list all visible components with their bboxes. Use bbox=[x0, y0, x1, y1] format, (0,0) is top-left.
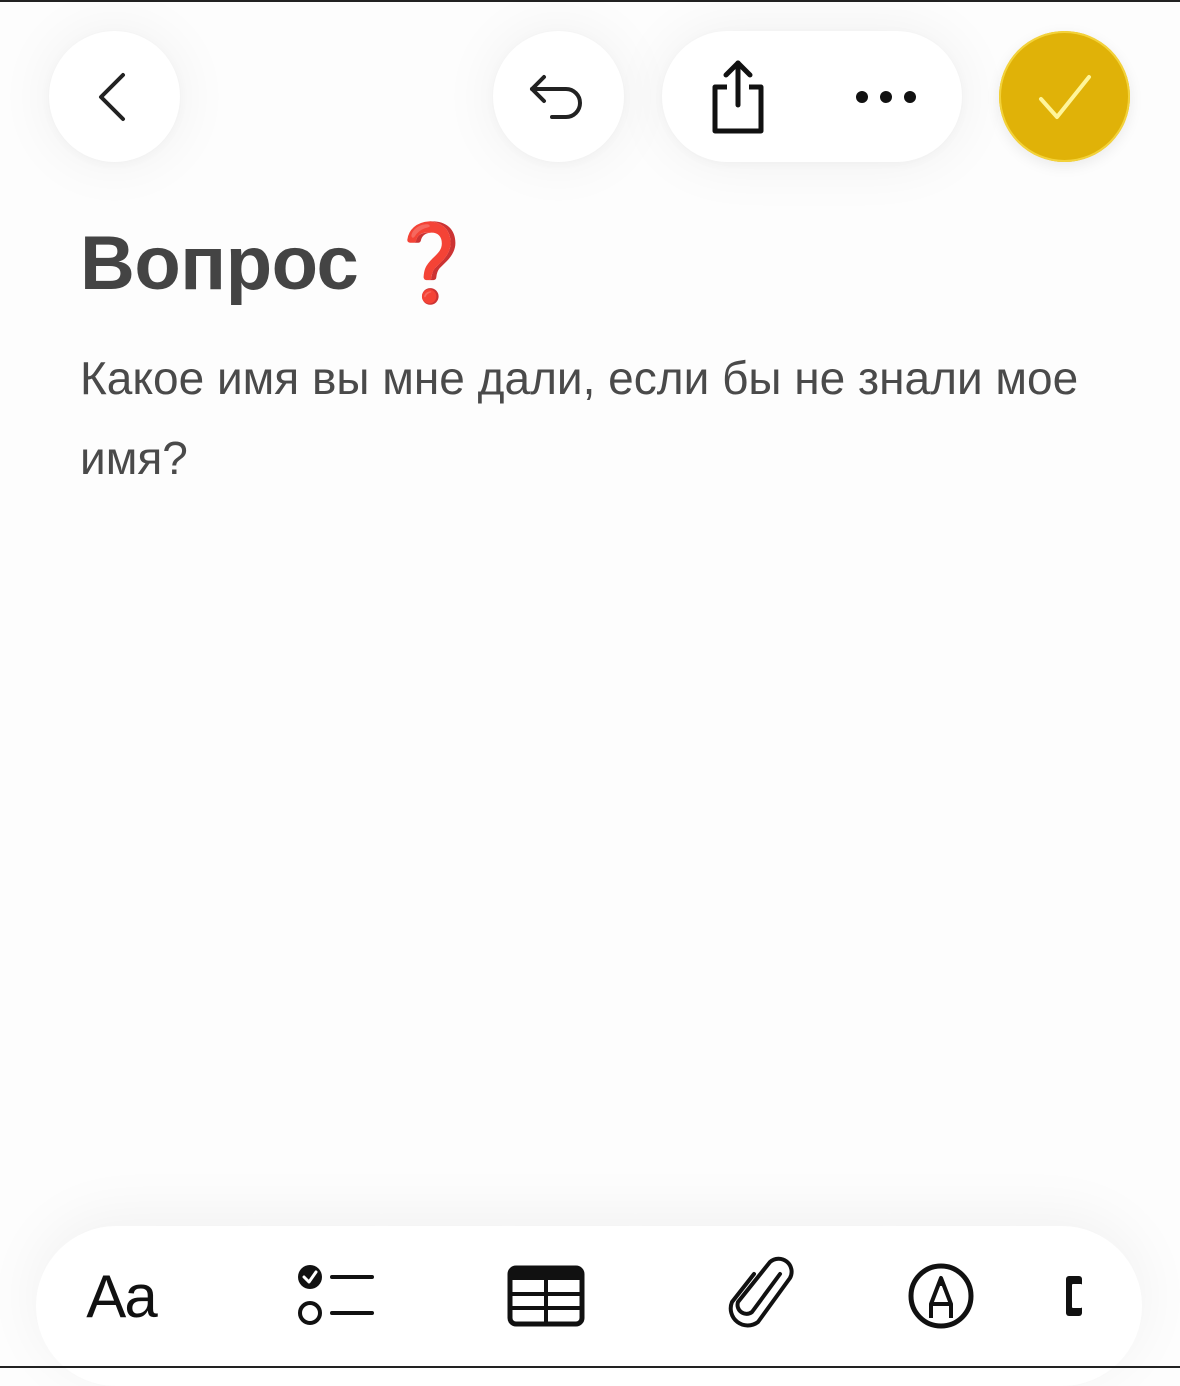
more-button[interactable] bbox=[846, 57, 926, 137]
formatting-toolbar: Aa bbox=[36, 1226, 1142, 1386]
checklist-button[interactable] bbox=[281, 1256, 391, 1336]
top-border bbox=[0, 0, 1180, 2]
markup-pen-icon bbox=[908, 1263, 974, 1329]
actions-pill bbox=[662, 31, 962, 162]
share-button[interactable] bbox=[698, 57, 778, 137]
undo-button[interactable] bbox=[493, 31, 624, 162]
format-text-button[interactable]: Aa bbox=[66, 1256, 176, 1336]
undo-arrow-icon bbox=[529, 74, 582, 119]
table-button[interactable] bbox=[491, 1256, 601, 1336]
note-title[interactable]: Вопрос ❓ bbox=[80, 218, 479, 308]
markup-button[interactable] bbox=[886, 1256, 996, 1336]
note-title-text: Вопрос bbox=[80, 221, 359, 306]
ellipsis-icon bbox=[856, 90, 916, 103]
attach-button[interactable] bbox=[708, 1256, 818, 1336]
done-button[interactable] bbox=[999, 31, 1130, 162]
chevron-left-icon bbox=[98, 72, 125, 121]
question-emoji: ❓ bbox=[384, 221, 479, 306]
partial-tool-icon bbox=[1066, 1276, 1082, 1316]
paperclip-icon bbox=[728, 1256, 794, 1328]
note-body[interactable]: Какое имя вы мне дали, если бы не знали … bbox=[80, 338, 1140, 498]
table-icon bbox=[507, 1265, 585, 1327]
checkmark-icon bbox=[1038, 74, 1091, 119]
more-tools-button[interactable] bbox=[1066, 1256, 1126, 1336]
back-button[interactable] bbox=[49, 31, 180, 162]
checklist-icon bbox=[298, 1265, 374, 1325]
share-icon bbox=[712, 60, 764, 133]
